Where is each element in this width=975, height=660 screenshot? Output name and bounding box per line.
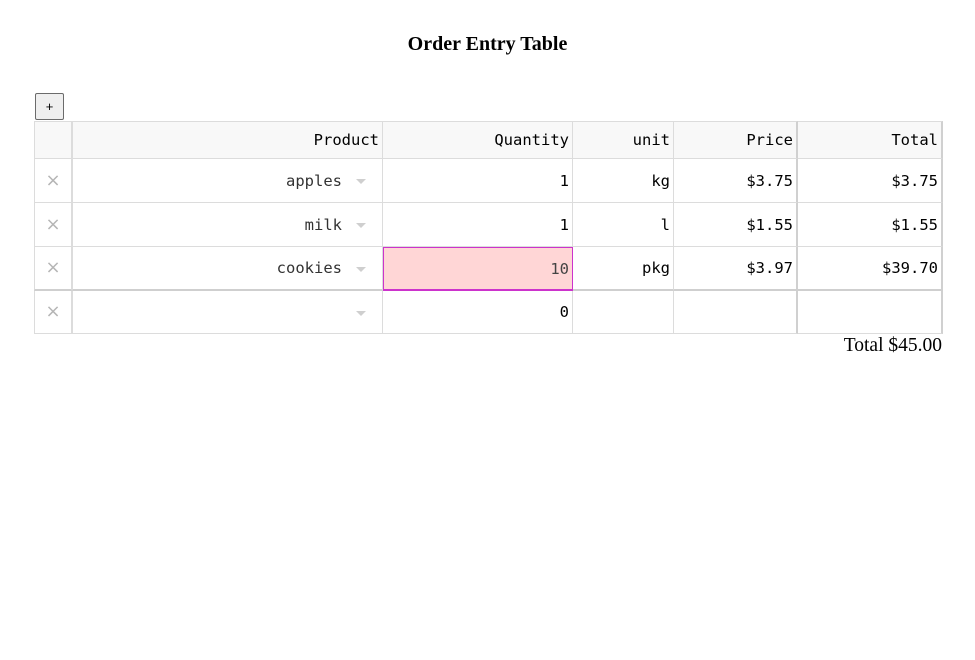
- table-row: × milk 1 l $1.55 $1.55: [34, 203, 943, 247]
- chevron-down-icon[interactable]: [356, 179, 366, 184]
- chevron-down-icon[interactable]: [356, 310, 366, 316]
- table-row: × cookies 10 pkg $3.97 $39.70: [34, 247, 943, 291]
- total-cell: $1.55: [798, 203, 943, 247]
- delete-row-button[interactable]: ×: [34, 203, 72, 247]
- unit-cell: [573, 291, 674, 334]
- product-select[interactable]: [72, 291, 383, 334]
- price-cell: [674, 291, 798, 334]
- product-select[interactable]: milk: [72, 203, 383, 247]
- close-icon[interactable]: ×: [45, 259, 60, 277]
- total-cell: [798, 291, 943, 334]
- column-header-price[interactable]: Price: [674, 121, 798, 159]
- total-cell: $3.75: [798, 159, 943, 203]
- table-row: × apples 1 kg $3.75 $3.75: [34, 159, 943, 203]
- header-row: Product Quantity unit Price Total: [34, 121, 943, 159]
- header-corner: [34, 121, 72, 159]
- column-header-quantity[interactable]: Quantity: [383, 121, 573, 159]
- price-cell: $3.75: [674, 159, 798, 203]
- delete-row-button[interactable]: ×: [34, 159, 72, 203]
- total-cell: $39.70: [798, 247, 943, 291]
- close-icon[interactable]: ×: [45, 303, 60, 321]
- unit-cell: l: [573, 203, 674, 247]
- quantity-cell[interactable]: 0: [383, 291, 573, 334]
- delete-row-button[interactable]: ×: [34, 247, 72, 291]
- unit-cell: pkg: [573, 247, 674, 291]
- order-grid: Product Quantity unit Price Total × appl…: [34, 121, 943, 334]
- product-value: cookies: [276, 259, 342, 277]
- close-icon[interactable]: ×: [45, 171, 60, 190]
- new-entry-row: × 0: [34, 291, 943, 334]
- price-cell: $1.55: [674, 203, 798, 247]
- product-value: apples: [286, 171, 342, 190]
- chevron-down-icon[interactable]: [356, 223, 366, 228]
- quantity-cell[interactable]: 1: [383, 159, 573, 203]
- column-header-total[interactable]: Total: [798, 121, 943, 159]
- price-cell: $3.97: [674, 247, 798, 291]
- product-select[interactable]: apples: [72, 159, 383, 203]
- quantity-cell[interactable]: 1: [383, 203, 573, 247]
- order-total: Total $45.00: [843, 335, 942, 356]
- unit-cell: kg: [573, 159, 674, 203]
- close-icon[interactable]: ×: [45, 215, 60, 234]
- product-value: milk: [304, 215, 342, 234]
- add-row-button[interactable]: +: [35, 93, 64, 120]
- product-select[interactable]: cookies: [72, 247, 383, 291]
- quantity-cell-invalid[interactable]: 10: [383, 247, 573, 291]
- column-header-unit[interactable]: unit: [573, 121, 674, 159]
- chevron-down-icon[interactable]: [356, 266, 366, 272]
- page-title: Order Entry Table: [407, 33, 568, 55]
- column-header-product[interactable]: Product: [72, 121, 383, 159]
- delete-row-button[interactable]: ×: [34, 291, 72, 334]
